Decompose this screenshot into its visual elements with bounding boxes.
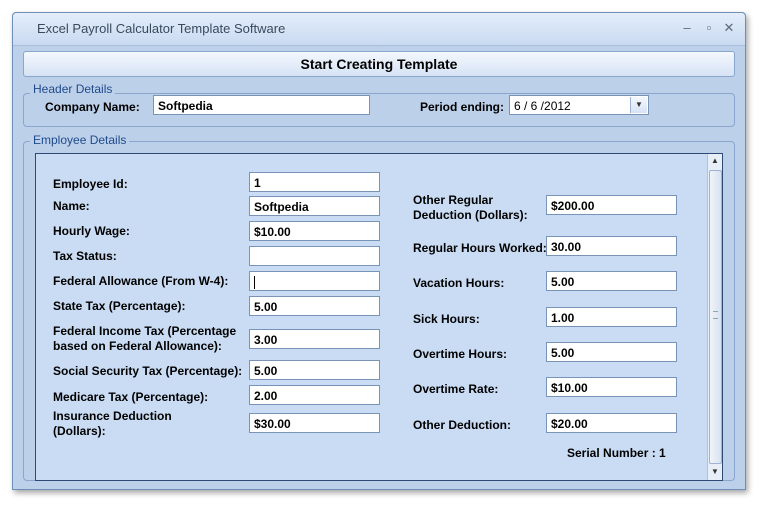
social-security-label: Social Security Tax (Percentage): bbox=[53, 364, 243, 378]
sick-hours-label: Sick Hours: bbox=[413, 312, 480, 326]
medicare-input[interactable]: 2.00 bbox=[249, 385, 380, 405]
insurance-deduction-label-line1: Insurance Deduction bbox=[53, 409, 172, 423]
company-name-input[interactable]: Softpedia bbox=[153, 95, 370, 115]
vacation-hours-label: Vacation Hours: bbox=[413, 276, 505, 290]
social-security-input[interactable]: 5.00 bbox=[249, 360, 380, 380]
period-ending-value: 6 / 6 /2012 bbox=[514, 99, 571, 113]
employee-id-input[interactable]: 1 bbox=[249, 172, 380, 192]
title-bar: Excel Payroll Calculator Template Softwa… bbox=[13, 13, 745, 46]
hourly-wage-input[interactable]: $10.00 bbox=[249, 221, 380, 241]
tax-status-input[interactable] bbox=[249, 246, 380, 266]
close-button[interactable]: ✕ bbox=[719, 19, 739, 37]
state-tax-label: State Tax (Percentage): bbox=[53, 299, 186, 313]
other-regular-deduction-label-line1: Other Regular bbox=[413, 193, 494, 207]
hourly-wage-label: Hourly Wage: bbox=[53, 224, 130, 238]
company-name-label: Company Name: bbox=[45, 100, 140, 114]
federal-income-tax-label-line2: based on Federal Allowance): bbox=[53, 339, 222, 353]
sick-hours-input[interactable]: 1.00 bbox=[546, 307, 677, 327]
tax-status-label: Tax Status: bbox=[53, 249, 117, 263]
other-deduction-input[interactable]: $20.00 bbox=[546, 413, 677, 433]
overtime-rate-label: Overtime Rate: bbox=[413, 382, 499, 396]
period-ending-label: Period ending: bbox=[420, 100, 504, 114]
insurance-deduction-input[interactable]: $30.00 bbox=[249, 413, 380, 433]
period-ending-date-picker[interactable]: 6 / 6 /2012 ▼ bbox=[509, 95, 649, 115]
text-caret bbox=[254, 276, 255, 290]
app-window: Excel Payroll Calculator Template Softwa… bbox=[12, 12, 746, 490]
employee-details-panel: Employee Id: 1 Name: Softpedia Hourly Wa… bbox=[35, 153, 723, 481]
vertical-scrollbar[interactable]: ▲ ▼ bbox=[707, 154, 722, 480]
overtime-hours-input[interactable]: 5.00 bbox=[546, 342, 677, 362]
medicare-label: Medicare Tax (Percentage): bbox=[53, 390, 209, 404]
window-title: Excel Payroll Calculator Template Softwa… bbox=[37, 21, 286, 36]
state-tax-input[interactable]: 5.00 bbox=[249, 296, 380, 316]
start-creating-template-button[interactable]: Start Creating Template bbox=[23, 51, 735, 77]
other-deduction-label: Other Deduction: bbox=[413, 418, 511, 432]
employee-details-legend: Employee Details bbox=[30, 133, 130, 147]
scroll-up-icon[interactable]: ▲ bbox=[708, 154, 722, 168]
regular-hours-input[interactable]: 30.00 bbox=[546, 236, 677, 256]
overtime-hours-label: Overtime Hours: bbox=[413, 347, 508, 361]
vacation-hours-input[interactable]: 5.00 bbox=[546, 271, 677, 291]
federal-income-tax-input[interactable]: 3.00 bbox=[249, 329, 380, 349]
other-regular-deduction-input[interactable]: $200.00 bbox=[546, 195, 677, 215]
federal-allowance-input[interactable] bbox=[249, 271, 380, 291]
grip-icon bbox=[713, 311, 718, 319]
chevron-down-icon[interactable]: ▼ bbox=[630, 97, 647, 113]
scroll-down-icon[interactable]: ▼ bbox=[708, 465, 722, 479]
regular-hours-label: Regular Hours Worked: bbox=[413, 241, 547, 255]
serial-number: Serial Number : 1 bbox=[567, 446, 666, 460]
scrollbar-thumb[interactable] bbox=[709, 170, 722, 464]
maximize-button[interactable]: ▫ bbox=[699, 19, 719, 37]
name-label: Name: bbox=[53, 199, 90, 213]
federal-allowance-label: Federal Allowance (From W-4): bbox=[53, 274, 229, 288]
name-input[interactable]: Softpedia bbox=[249, 196, 380, 216]
federal-income-tax-label-line1: Federal Income Tax (Percentage bbox=[53, 324, 237, 338]
insurance-deduction-label-line2: (Dollars): bbox=[53, 424, 106, 438]
minimize-button[interactable]: – bbox=[677, 19, 697, 37]
header-details-legend: Header Details bbox=[30, 82, 116, 96]
employee-id-label: Employee Id: bbox=[53, 177, 128, 191]
other-regular-deduction-label-line2: Deduction (Dollars): bbox=[413, 208, 528, 222]
overtime-rate-input[interactable]: $10.00 bbox=[546, 377, 677, 397]
